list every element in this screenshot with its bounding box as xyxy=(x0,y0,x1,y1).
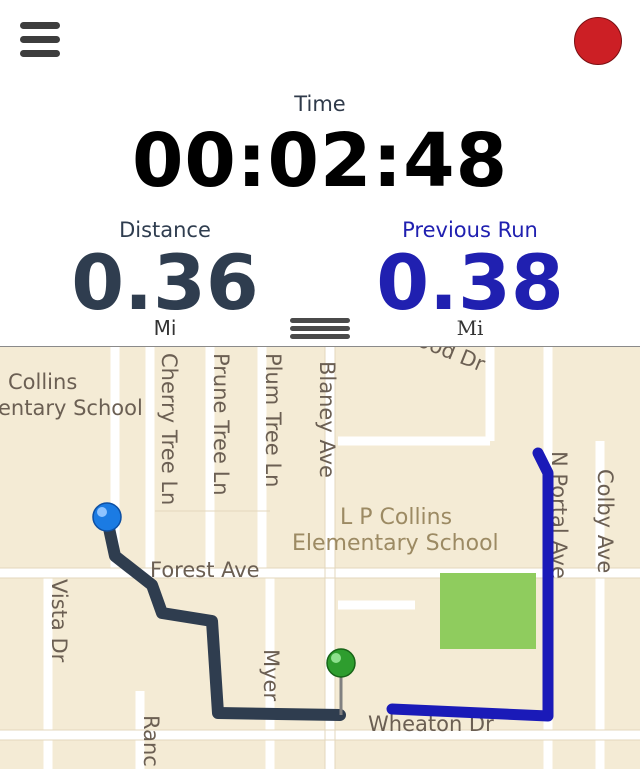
record-button[interactable] xyxy=(574,17,622,65)
street-label-cherry: Cherry Tree Ln xyxy=(157,353,181,505)
distance-unit: Mi xyxy=(153,316,177,340)
hamburger-menu-icon[interactable] xyxy=(20,22,60,58)
map-label-school-line2: Elementary School xyxy=(292,531,499,556)
street-label-prune: Prune Tree Ln xyxy=(209,353,233,496)
street-label-myer: Myer xyxy=(259,649,283,701)
street-label-colby: Colby Ave xyxy=(593,469,617,573)
street-label-wood: wood Dr xyxy=(398,347,489,377)
previous-run-unit: Mi xyxy=(456,316,484,340)
street-label-forest: Forest Ave xyxy=(150,558,260,582)
time-value: 00:02:48 xyxy=(131,118,509,204)
street-label-ranch: Ranc xyxy=(139,715,163,767)
park-area xyxy=(440,573,536,649)
time-label: Time xyxy=(294,92,346,116)
distance-value: 0.36 xyxy=(71,238,259,327)
map-label-school-line1: L P Collins xyxy=(340,505,452,530)
street-label-vista: Vista Dr xyxy=(47,579,71,663)
route-map[interactable]: Collins entary School Cherry Tree Ln Pru… xyxy=(0,346,640,769)
previous-run-value: 0.38 xyxy=(376,238,564,327)
blue-pin-icon[interactable] xyxy=(92,502,122,532)
map-label-collins-school: entary School xyxy=(0,396,143,420)
street-label-blaney: Blaney Ave xyxy=(315,361,339,478)
map-label-collins: Collins xyxy=(8,370,77,394)
drag-handle-icon[interactable] xyxy=(290,318,350,344)
street-label-plum: Plum Tree Ln xyxy=(261,353,285,487)
stats-panel: Time 00:02:48 Distance 0.36 Mi Previous … xyxy=(0,0,640,346)
map-canvas: Collins entary School Cherry Tree Ln Pru… xyxy=(0,347,640,769)
